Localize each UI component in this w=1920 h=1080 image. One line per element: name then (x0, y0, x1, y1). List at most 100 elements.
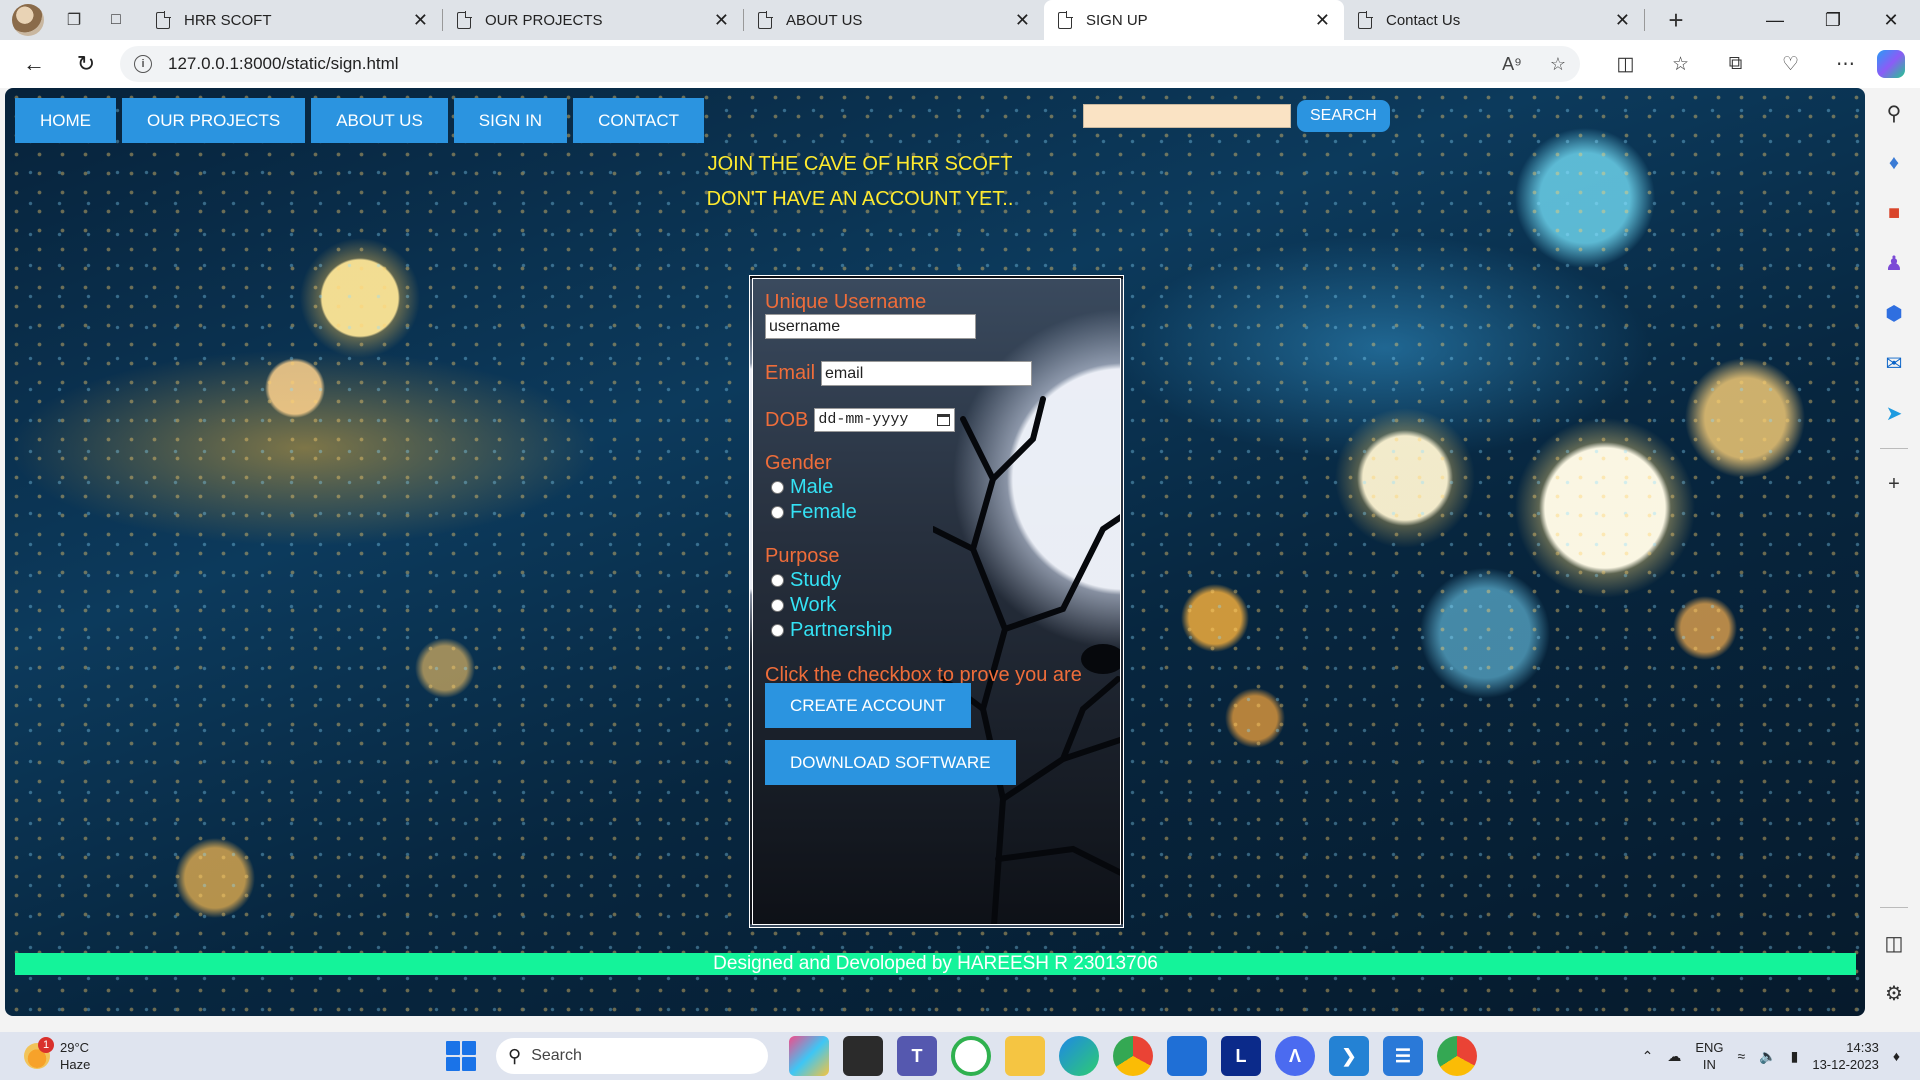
close-tab-icon[interactable]: ✕ (714, 10, 729, 31)
tab-sign-up[interactable]: SIGN UP ✕ (1044, 0, 1344, 40)
volume-icon[interactable]: 🔈 (1759, 1048, 1776, 1065)
split-screen-icon[interactable]: ◫ (1598, 53, 1653, 76)
nav-about-us[interactable]: ABOUT US (311, 98, 448, 143)
tab-about-us[interactable]: ABOUT US ✕ (744, 0, 1044, 40)
battery-icon[interactable]: ▮ (1791, 1048, 1799, 1065)
outlook-icon[interactable]: ✉ (1868, 338, 1920, 388)
edge-sidebar: ⚲ ♦ ■ ♟ ⬢ ✉ ➤ + ◫ ⚙ (1868, 88, 1920, 1018)
address-bar[interactable]: i 127.0.0.1:8000/static/sign.html A⁹ ☆ (120, 46, 1580, 82)
purpose-option-partnership[interactable]: Partnership (771, 618, 1115, 643)
create-account-button[interactable]: CREATE ACCOUNT (765, 683, 971, 728)
weather-widget[interactable]: 1 29°C Haze (24, 1037, 90, 1073)
purpose-option-study[interactable]: Study (771, 568, 1115, 593)
taskbar-search[interactable]: ⚲ Search (496, 1038, 768, 1074)
purpose-option-work[interactable]: Work (771, 593, 1115, 618)
page-icon (1058, 10, 1073, 29)
workspaces-icon[interactable]: ❐ (62, 8, 86, 32)
teams-icon[interactable]: T (897, 1036, 937, 1076)
tab-label: HRR SCOFT (184, 11, 272, 29)
notifications-bell-icon[interactable]: ♦ (1893, 1048, 1900, 1064)
notepad-icon[interactable]: ☰ (1383, 1036, 1423, 1076)
site-info-icon[interactable]: i (134, 55, 152, 73)
add-sidebar-app-icon[interactable]: + (1868, 459, 1920, 509)
dob-date-field[interactable]: dd-mm-yyyy (814, 408, 956, 432)
url-text[interactable]: 127.0.0.1:8000/static/sign.html (168, 54, 1474, 74)
option-label: Work (790, 594, 837, 616)
close-tab-icon[interactable]: ✕ (1015, 10, 1030, 31)
new-tab-icon[interactable]: + (1661, 5, 1691, 36)
chrome-profile-icon[interactable] (1437, 1036, 1477, 1076)
option-label: Study (790, 569, 842, 591)
profile-avatar[interactable] (12, 4, 44, 36)
form-fields: Unique Username username Email email DOB… (765, 291, 1115, 713)
download-software-button[interactable]: DOWNLOAD SOFTWARE (765, 740, 1016, 785)
favorites-icon[interactable]: ☆ (1653, 53, 1708, 76)
search-button[interactable]: SEARCH (1297, 100, 1390, 132)
nav-our-projects[interactable]: OUR PROJECTS (122, 98, 306, 143)
copilot-icon[interactable] (1877, 50, 1905, 78)
radio-work[interactable] (771, 599, 784, 612)
nav-sign-in[interactable]: SIGN IN (453, 98, 568, 143)
refresh-app-icon[interactable] (951, 1036, 991, 1076)
calendar-icon[interactable] (937, 414, 951, 426)
tab-label: Contact Us (1386, 11, 1461, 29)
chrome-icon[interactable] (1113, 1036, 1153, 1076)
input-language[interactable]: ENG IN (1695, 1039, 1723, 1073)
edge-browser-icon[interactable] (1059, 1036, 1099, 1076)
task-view-icon[interactable] (843, 1036, 883, 1076)
nav-contact[interactable]: CONTACT (573, 98, 704, 143)
clock[interactable]: 14:33 13-12-2023 (1812, 1039, 1879, 1073)
favorite-star-icon[interactable]: ☆ (1550, 54, 1566, 75)
radio-male[interactable] (771, 481, 784, 494)
drop-send-icon[interactable]: ➤ (1868, 388, 1920, 438)
page-viewport: HOME OUR PROJECTS ABOUT US SIGN IN CONTA… (5, 88, 1865, 1016)
search-input[interactable] (1083, 104, 1291, 128)
start-windows-icon[interactable] (446, 1041, 476, 1071)
wifi-icon[interactable]: ≈ (1738, 1048, 1746, 1064)
close-tab-icon[interactable]: ✕ (1615, 10, 1630, 31)
username-field[interactable]: username (765, 314, 976, 339)
restore-icon[interactable]: ❐ (1804, 10, 1862, 31)
refresh-icon[interactable]: ↻ (68, 46, 104, 82)
shopping-tag-icon[interactable]: ♦ (1868, 138, 1920, 188)
radio-female[interactable] (771, 506, 784, 519)
tools-briefcase-icon[interactable]: ■ (1868, 188, 1920, 238)
microsoft-365-icon[interactable]: ⬢ (1868, 288, 1920, 338)
browser-essentials-icon[interactable]: ♡ (1763, 53, 1818, 76)
search-icon: ⚲ (508, 1045, 522, 1066)
search-icon[interactable]: ⚲ (1868, 88, 1920, 138)
arc-app-icon[interactable]: Λ (1275, 1036, 1315, 1076)
tab-actions-icon[interactable]: □ (104, 8, 128, 32)
collections-icon[interactable]: ⧉ (1708, 53, 1763, 76)
file-explorer-icon[interactable] (1005, 1036, 1045, 1076)
copilot-preview-icon[interactable] (789, 1036, 829, 1076)
back-icon[interactable]: ← (16, 46, 52, 82)
tab-hrr-scoft[interactable]: HRR SCOFT ✕ (142, 0, 442, 40)
read-aloud-icon[interactable]: A⁹ (1502, 54, 1522, 75)
tab-our-projects[interactable]: OUR PROJECTS ✕ (443, 0, 743, 40)
signup-form: Unique Username username Email email DOB… (749, 275, 1124, 928)
email-field[interactable]: email (821, 361, 1033, 386)
microsoft-store-icon[interactable] (1167, 1036, 1207, 1076)
show-hidden-icons-chevron-icon[interactable]: ⌃ (1642, 1048, 1654, 1065)
close-window-icon[interactable]: ✕ (1862, 10, 1920, 31)
purpose-label: Purpose (765, 545, 840, 567)
close-tab-icon[interactable]: ✕ (413, 10, 428, 31)
minimize-icon[interactable]: — (1746, 10, 1804, 31)
games-icon[interactable]: ♟ (1868, 238, 1920, 288)
launcher-l-icon[interactable]: L (1221, 1036, 1261, 1076)
close-tab-icon[interactable]: ✕ (1315, 10, 1330, 31)
tab-contact-us[interactable]: Contact Us ✕ (1344, 0, 1644, 40)
onedrive-cloud-icon[interactable]: ☁ (1667, 1048, 1681, 1065)
tab-label: SIGN UP (1086, 11, 1148, 29)
radio-study[interactable] (771, 574, 784, 587)
gender-option-female[interactable]: Female (771, 500, 1115, 525)
radio-partnership[interactable] (771, 624, 784, 637)
gender-option-male[interactable]: Male (771, 475, 1115, 500)
more-options-icon[interactable]: ⋯ (1818, 53, 1873, 76)
nav-home[interactable]: HOME (15, 98, 116, 143)
weather-temp: 29°C (60, 1040, 90, 1055)
vscode-icon[interactable]: ❯ (1329, 1036, 1369, 1076)
settings-gear-icon[interactable]: ⚙ (1868, 968, 1920, 1018)
hide-sidebar-icon[interactable]: ◫ (1868, 918, 1920, 968)
